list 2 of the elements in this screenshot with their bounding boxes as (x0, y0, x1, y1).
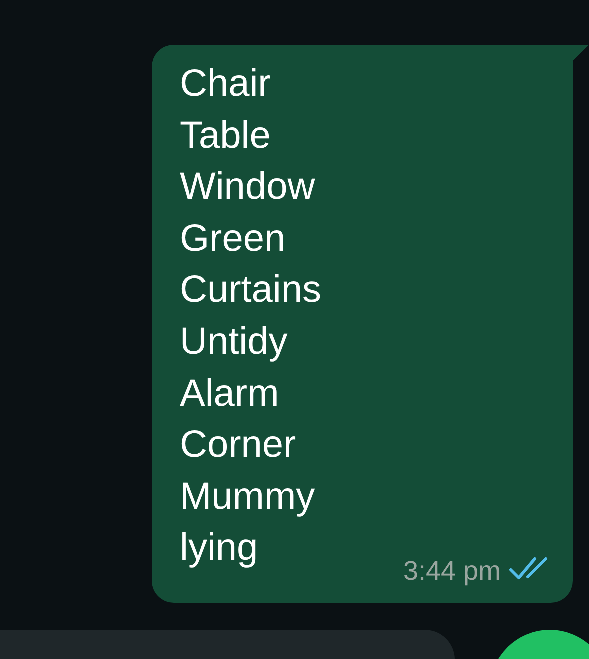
message-time: 3:44 pm (403, 555, 501, 587)
message-text: Chair Table Window Green Curtains Untidy Alarm Corner Mummy lying (180, 62, 322, 572)
